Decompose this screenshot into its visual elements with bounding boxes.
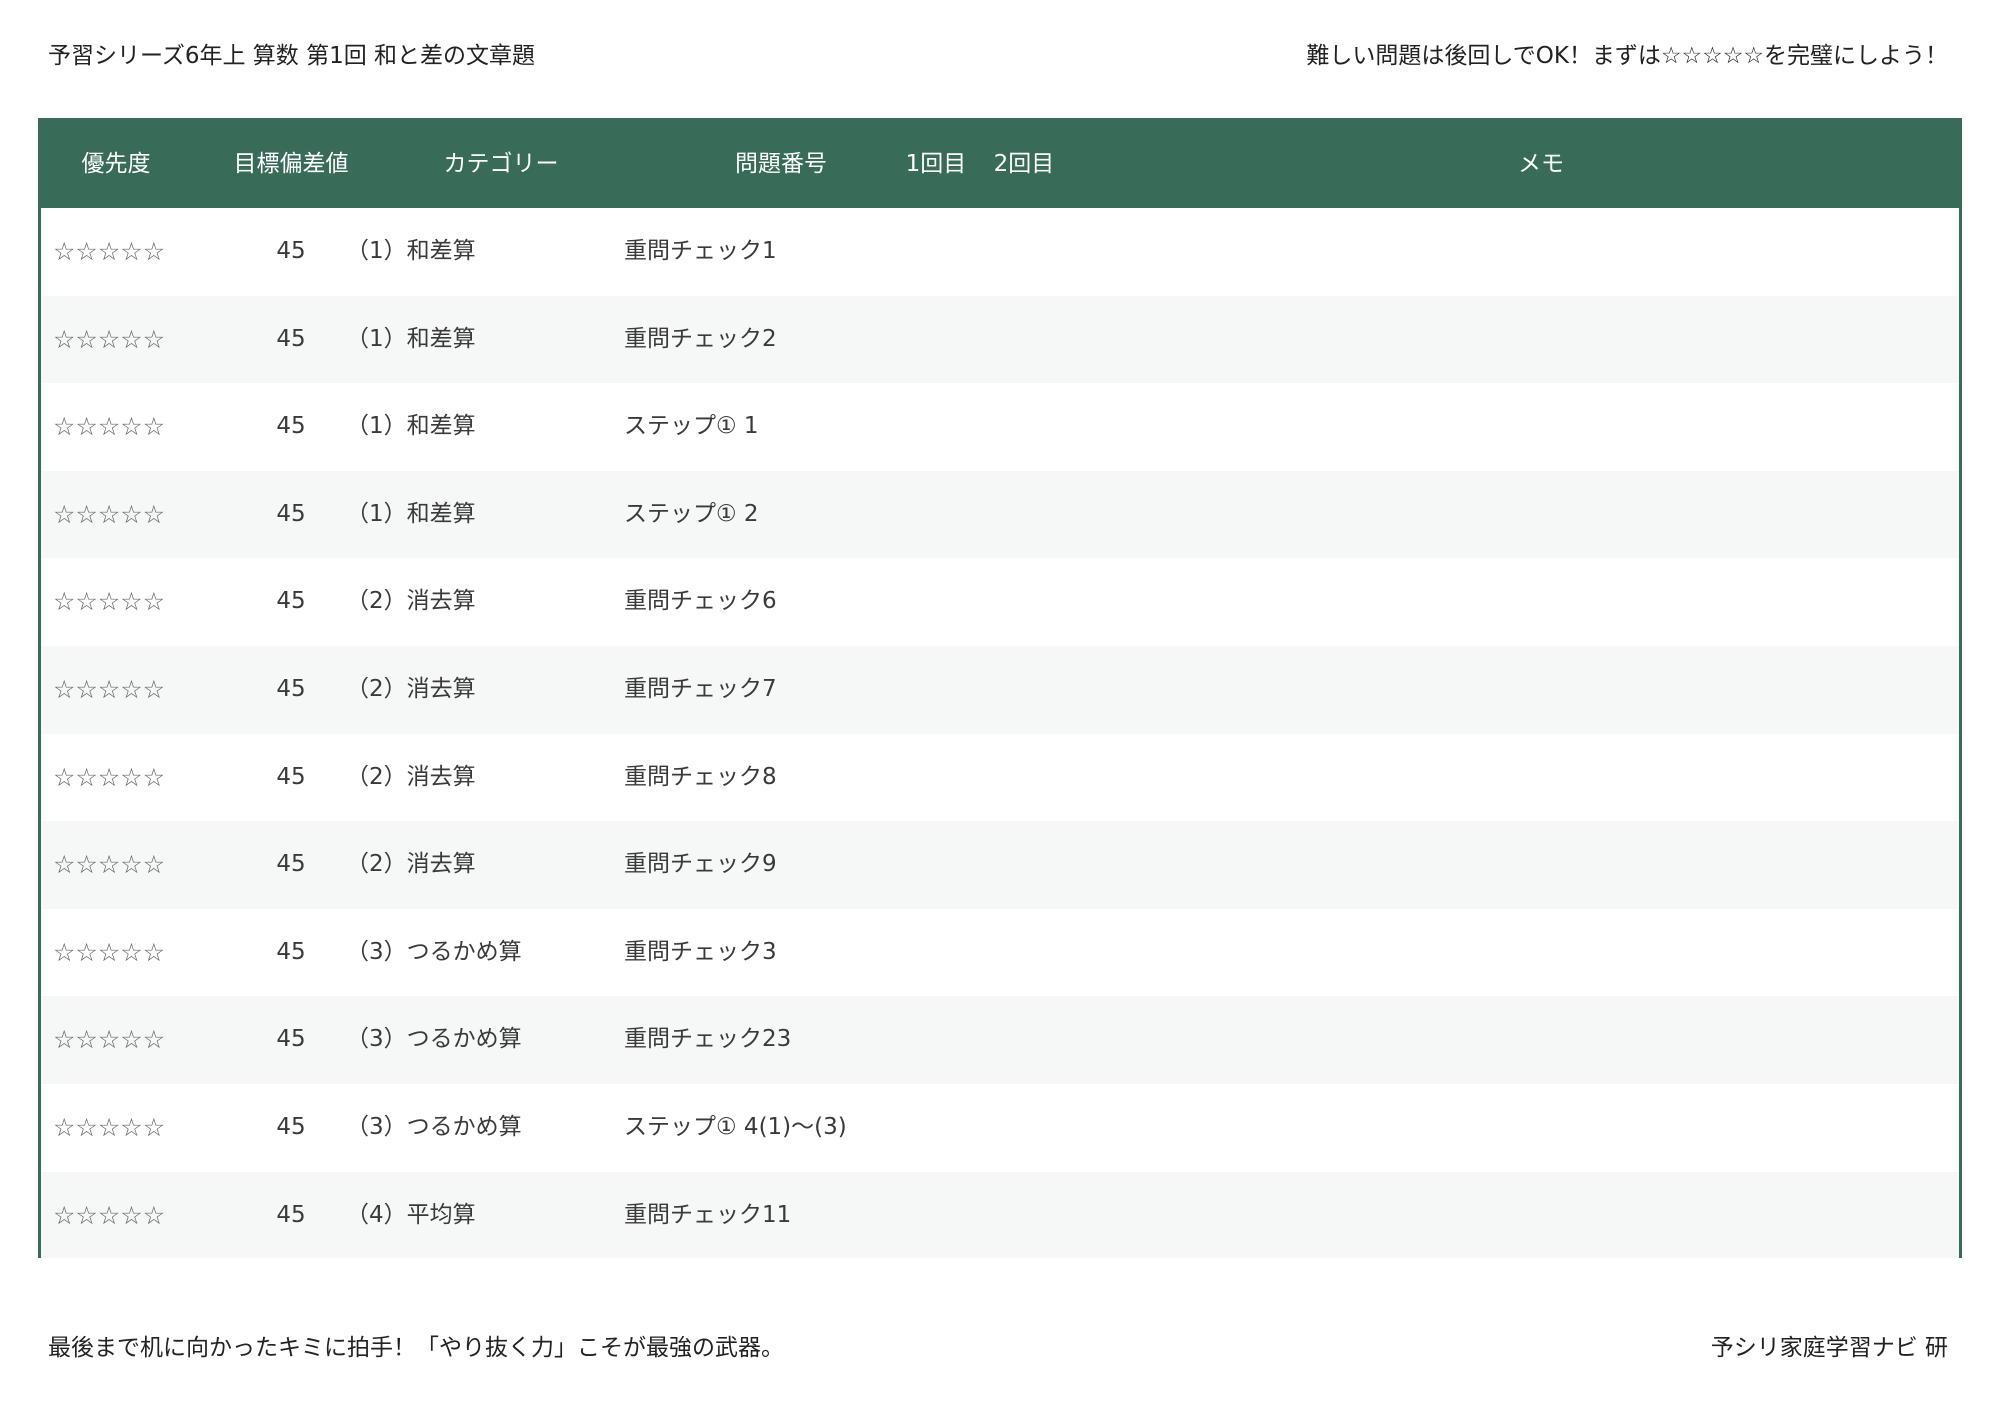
priority-stars: ☆☆☆☆☆ bbox=[53, 1200, 166, 1230]
problem-number: 重問チェック6 bbox=[624, 588, 777, 615]
column-header-target-deviation: 目標偏差値 bbox=[233, 151, 349, 177]
table-row: ☆☆☆☆☆ 45 （1）和差算 重問チェック1 bbox=[41, 208, 1959, 296]
table-row: ☆☆☆☆☆ 45 （3）つるかめ算 重問チェック23 bbox=[41, 996, 1959, 1084]
problem-number: 重問チェック8 bbox=[624, 763, 777, 790]
problem-number: 重問チェック9 bbox=[624, 851, 777, 878]
priority-stars: ☆☆☆☆☆ bbox=[53, 675, 166, 704]
table-row: ☆☆☆☆☆ 45 （2）消去算 重問チェック9 bbox=[41, 821, 1959, 909]
priority-stars: ☆☆☆☆☆ bbox=[53, 587, 166, 617]
column-header-second-attempt: 2回目 bbox=[993, 151, 1055, 177]
column-header-category: カテゴリー bbox=[443, 151, 559, 177]
problem-number: ステップ① 2 bbox=[624, 500, 759, 527]
footer-message: 最後まで机に向かったキミに拍手！「やり抜く力」こそが最強の武器。 bbox=[48, 1335, 784, 1361]
problem-number: 重問チェック23 bbox=[624, 1026, 792, 1053]
column-header-problem-number: 問題番号 bbox=[735, 151, 827, 177]
header-tip: 難しい問題は後回しでOK！まずは☆☆☆☆☆を完璧にしよう！ bbox=[1306, 43, 1948, 69]
category-label: （3）つるかめ算 bbox=[346, 1114, 522, 1140]
priority-stars: ☆☆☆☆☆ bbox=[53, 237, 166, 266]
category-label: （1）和差算 bbox=[346, 325, 476, 352]
priority-stars: ☆☆☆☆☆ bbox=[53, 1025, 166, 1055]
priority-stars: ☆☆☆☆☆ bbox=[53, 499, 166, 529]
table-row: ☆☆☆☆☆ 45 （2）消去算 重問チェック7 bbox=[41, 646, 1959, 734]
category-label: （1）和差算 bbox=[346, 238, 476, 264]
category-label: （4）平均算 bbox=[346, 1201, 476, 1228]
table-row: ☆☆☆☆☆ 45 （3）つるかめ算 ステップ① 4(1)〜(3) bbox=[41, 1084, 1959, 1172]
category-label: （1）和差算 bbox=[346, 500, 476, 527]
table-row: ☆☆☆☆☆ 45 （1）和差算 重問チェック2 bbox=[41, 295, 1959, 384]
column-header-priority: 優先度 bbox=[81, 151, 151, 177]
table-row: ☆☆☆☆☆ 45 （1）和差算 ステップ① 2 bbox=[41, 470, 1959, 559]
problem-number: ステップ① 4(1)〜(3) bbox=[624, 1114, 847, 1140]
category-label: （1）和差算 bbox=[346, 413, 476, 440]
footer-credit: 予シリ家庭学習ナビ 研 bbox=[1710, 1335, 1948, 1361]
page-title: 予習シリーズ6年上 算数 第1回 和と差の文章題 bbox=[48, 43, 536, 69]
column-header-memo: メモ bbox=[1518, 151, 1564, 177]
problem-number: 重問チェック1 bbox=[624, 238, 777, 264]
table-row: ☆☆☆☆☆ 45 （4）平均算 重問チェック11 bbox=[41, 1171, 1959, 1258]
priority-stars: ☆☆☆☆☆ bbox=[53, 850, 166, 880]
priority-stars: ☆☆☆☆☆ bbox=[53, 412, 166, 442]
table-header: 優先度 目標偏差値 カテゴリー 問題番号 1回目 2回目 メモ bbox=[41, 121, 1959, 208]
table-row: ☆☆☆☆☆ 45 （1）和差算 ステップ① 1 bbox=[41, 383, 1959, 471]
category-label: （2）消去算 bbox=[346, 763, 476, 790]
priority-stars: ☆☆☆☆☆ bbox=[53, 937, 166, 967]
problem-number: 重問チェック11 bbox=[624, 1201, 792, 1228]
problem-table: 優先度 目標偏差値 カテゴリー 問題番号 1回目 2回目 メモ ☆☆☆☆☆ 45 （… bbox=[38, 118, 1962, 1258]
problem-number: ステップ① 1 bbox=[624, 413, 759, 440]
priority-stars: ☆☆☆☆☆ bbox=[53, 762, 166, 792]
problem-number: 重問チェック2 bbox=[624, 325, 777, 352]
category-label: （2）消去算 bbox=[346, 588, 476, 615]
problem-number: 重問チェック3 bbox=[624, 938, 777, 965]
table-row: ☆☆☆☆☆ 45 （2）消去算 重問チェック6 bbox=[41, 558, 1959, 646]
category-label: （2）消去算 bbox=[346, 851, 476, 878]
category-label: （3）つるかめ算 bbox=[346, 938, 522, 965]
problem-number: 重問チェック7 bbox=[624, 676, 777, 702]
priority-stars: ☆☆☆☆☆ bbox=[53, 324, 166, 354]
category-label: （2）消去算 bbox=[346, 676, 476, 702]
table-row: ☆☆☆☆☆ 45 （3）つるかめ算 重問チェック3 bbox=[41, 909, 1959, 997]
table-row: ☆☆☆☆☆ 45 （2）消去算 重問チェック8 bbox=[41, 734, 1959, 822]
category-label: （3）つるかめ算 bbox=[346, 1026, 522, 1053]
priority-stars: ☆☆☆☆☆ bbox=[53, 1113, 166, 1142]
